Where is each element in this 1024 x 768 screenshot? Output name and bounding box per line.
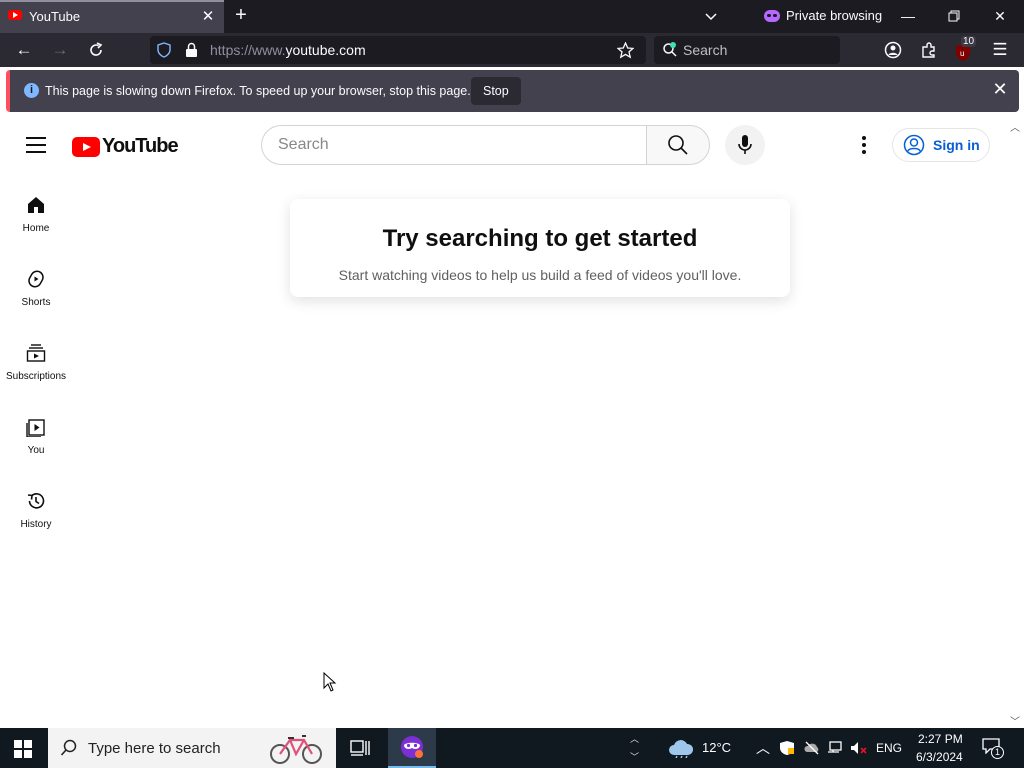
scroll-up-arrow[interactable]: ︿ — [1010, 119, 1020, 134]
tracking-protection-shield-icon[interactable] — [157, 42, 171, 58]
volume-muted-icon[interactable] — [850, 740, 868, 756]
web-search-placeholder: Search — [683, 42, 728, 58]
mouse-pointer-icon — [323, 672, 337, 692]
reload-icon — [90, 42, 103, 56]
more-options-icon[interactable] — [854, 133, 874, 157]
navigation-toolbar: ← → https://www.youtube.com Search u 10 … — [0, 33, 1024, 67]
language-indicator[interactable]: ENG — [876, 741, 902, 755]
bookmark-star-icon[interactable] — [617, 42, 634, 59]
ublock-origin-button[interactable]: u 10 — [955, 36, 977, 61]
taskbar-firefox-private-app[interactable] — [388, 728, 436, 768]
sign-in-label: Sign in — [933, 137, 980, 153]
youtube-logo-text: YouTube — [102, 135, 179, 157]
empty-feed-card: Try searching to get started Start watch… — [290, 199, 790, 297]
sidebar-item-label: Subscriptions — [5, 371, 67, 382]
tab-title: YouTube — [29, 9, 81, 24]
lock-icon[interactable] — [185, 42, 198, 58]
weather-cloud-icon[interactable] — [668, 738, 694, 758]
ublock-badge: 10 — [961, 36, 977, 47]
sidebar-item-home[interactable]: Home — [0, 195, 72, 259]
youtube-search-placeholder: Search — [278, 136, 329, 153]
youtube-search-input[interactable]: Search — [261, 125, 647, 165]
sign-in-button[interactable]: Sign in — [892, 128, 990, 162]
close-window-button[interactable]: ✕ — [990, 6, 1010, 26]
taskbar-search-placeholder: Type here to search — [88, 740, 221, 757]
subscriptions-icon — [26, 344, 46, 362]
sidebar-item-you[interactable]: You — [0, 417, 72, 481]
reload-button[interactable] — [84, 38, 108, 62]
url-text: https://www.youtube.com — [210, 42, 366, 58]
empty-feed-subtext: Start watching videos to help us build a… — [338, 267, 742, 283]
search-icon — [668, 135, 688, 155]
private-browsing-indicator: Private browsing — [764, 8, 882, 23]
notification-message: This page is slowing down Firefox. To sp… — [45, 84, 471, 98]
restore-button[interactable] — [944, 6, 964, 26]
youtube-play-icon — [72, 136, 100, 157]
account-circle-icon — [903, 134, 925, 156]
youtube-page: YouTube Search Sign in Home Shorts Subsc… — [0, 117, 1024, 728]
taskbar-search-box[interactable]: Type here to search — [48, 728, 336, 768]
voice-search-button[interactable] — [725, 125, 765, 165]
minimize-button[interactable]: — — [898, 6, 918, 26]
taskbar-scroll-arrows[interactable]: ︿ ﹀ — [630, 730, 639, 766]
url-prefix: https://www. — [210, 42, 286, 58]
home-icon — [28, 197, 44, 213]
account-icon[interactable] — [884, 41, 902, 59]
tab-bar: YouTube ✕ + Private browsing — ✕ — [0, 0, 1024, 33]
scroll-down-arrow[interactable]: ﹀ — [1010, 713, 1020, 728]
bicycle-icon — [270, 735, 322, 764]
you-icon — [26, 419, 45, 437]
action-center-button[interactable]: 1 — [980, 736, 1004, 760]
shorts-icon — [28, 270, 44, 288]
youtube-search-button[interactable] — [646, 125, 710, 165]
list-all-tabs-icon[interactable] — [704, 10, 718, 24]
tab-youtube[interactable]: YouTube ✕ — [0, 0, 224, 33]
task-view-icon[interactable] — [350, 739, 370, 757]
web-search-box[interactable]: Search — [654, 36, 840, 64]
clock-date[interactable]: 6/3/2024 — [916, 750, 963, 764]
firefox-private-icon — [401, 736, 423, 758]
weather-temperature[interactable]: 12°C — [702, 740, 731, 755]
restore-icon — [948, 10, 960, 22]
stop-page-button[interactable]: Stop — [471, 77, 521, 105]
sidebar-item-shorts[interactable]: Shorts — [0, 269, 72, 333]
security-shield-icon[interactable] — [779, 740, 795, 756]
close-notification-icon[interactable]: ✕ — [990, 79, 1010, 100]
sidebar-item-label: You — [27, 445, 45, 456]
tab-close-icon[interactable]: ✕ — [200, 7, 216, 25]
private-mask-icon — [764, 9, 780, 22]
microphone-icon — [738, 135, 752, 154]
sidebar-item-subscriptions[interactable]: Subscriptions — [0, 343, 72, 407]
svg-text:u: u — [960, 49, 964, 58]
info-icon: i — [24, 83, 39, 98]
extensions-icon[interactable] — [920, 41, 938, 59]
taskbar-search-icon — [60, 739, 77, 756]
notification-count-badge: 1 — [991, 746, 1004, 759]
onedrive-offline-icon[interactable] — [804, 740, 820, 756]
sidebar-item-label: Shorts — [21, 297, 51, 308]
network-icon[interactable] — [827, 740, 843, 756]
youtube-logo[interactable]: YouTube — [72, 135, 179, 158]
url-domain: youtube.com — [285, 42, 366, 58]
show-hidden-icons-chevron-icon[interactable]: ︿ — [756, 738, 770, 758]
forward-button[interactable]: → — [48, 38, 72, 62]
slow-page-notification: i This page is slowing down Firefox. To … — [6, 70, 1019, 112]
youtube-favicon-icon — [8, 10, 22, 20]
app-menu-button[interactable]: ☰ — [988, 38, 1012, 62]
search-engine-icon — [663, 42, 677, 57]
windows-taskbar: Type here to search ︿ ﹀ 12°C ︿ ENG 2:27 P… — [0, 728, 1024, 768]
sidebar-item-label: Home — [22, 223, 50, 234]
clock-time[interactable]: 2:27 PM — [918, 732, 963, 746]
address-bar[interactable]: https://www.youtube.com — [150, 36, 646, 64]
sidebar-item-history[interactable]: History — [0, 491, 72, 555]
windows-start-icon[interactable] — [14, 740, 32, 758]
guide-menu-button[interactable] — [26, 137, 46, 153]
private-browsing-label: Private browsing — [786, 8, 883, 23]
history-icon — [27, 493, 45, 509]
back-button[interactable]: ← — [12, 38, 36, 62]
sidebar-item-label: History — [20, 519, 52, 530]
new-tab-button[interactable]: + — [231, 4, 251, 27]
empty-feed-heading: Try searching to get started — [382, 225, 698, 252]
